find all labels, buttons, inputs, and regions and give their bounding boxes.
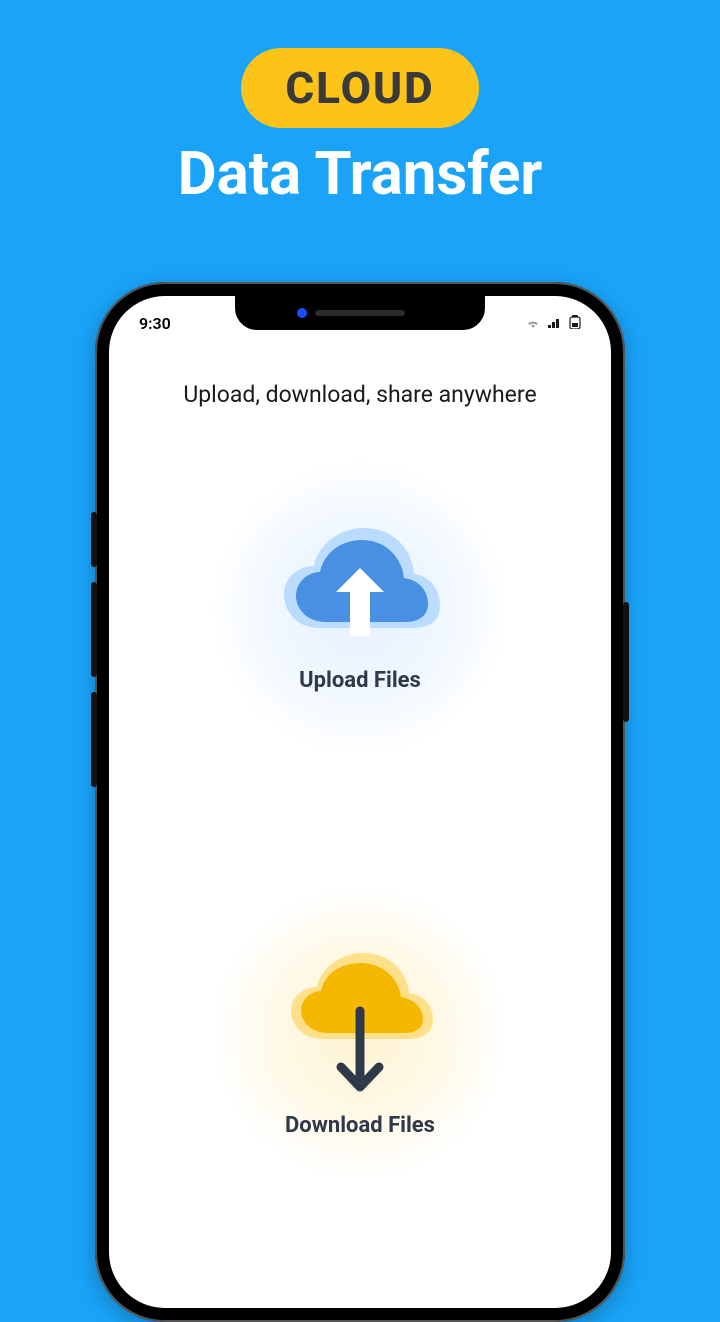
upload-label: Upload Files <box>299 668 421 693</box>
hero-header: CLOUD Data Transfer <box>0 0 720 209</box>
camera-dot <box>297 308 307 318</box>
phone-frame: 9:30 Upload, download, share anywhere <box>95 282 625 1322</box>
cellular-icon <box>547 314 563 333</box>
cloud-download-icon <box>275 943 445 1103</box>
cloud-upload-icon <box>270 518 450 658</box>
hero-title: Data Transfer <box>0 138 720 209</box>
download-label: Download Files <box>285 1113 435 1138</box>
cloud-badge: CLOUD <box>241 48 478 128</box>
status-icons <box>525 314 581 333</box>
phone-side-button <box>91 512 97 567</box>
battery-icon <box>569 314 581 333</box>
download-files-button[interactable]: Download Files <box>109 943 611 1138</box>
phone-notch <box>235 296 485 330</box>
wifi-icon <box>525 314 541 333</box>
phone-side-button <box>91 582 97 677</box>
status-time: 9:30 <box>139 314 171 333</box>
upload-files-button[interactable]: Upload Files <box>109 518 611 693</box>
phone-mockup: 9:30 Upload, download, share anywhere <box>95 282 625 1322</box>
phone-screen: 9:30 Upload, download, share anywhere <box>109 296 611 1308</box>
speaker-slot <box>315 310 405 316</box>
screen-subtitle: Upload, download, share anywhere <box>109 381 611 408</box>
phone-side-button <box>91 692 97 787</box>
phone-side-button <box>623 602 629 722</box>
